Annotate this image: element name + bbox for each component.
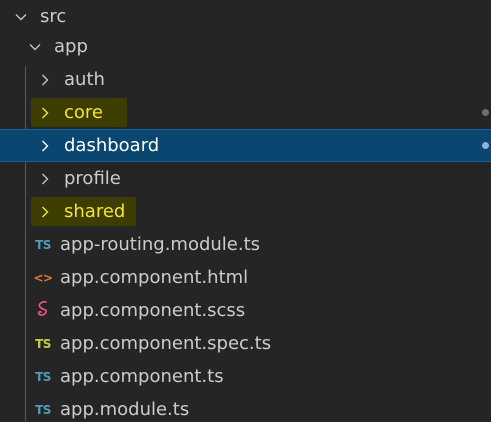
chevron-down-icon <box>28 40 42 54</box>
folder-label: dashboard <box>64 134 160 156</box>
folder-label: core <box>64 101 103 123</box>
file-label: app.component.ts <box>60 365 224 387</box>
tree-folder-profile[interactable]: profile <box>0 162 491 195</box>
typescript-icon: TS <box>35 369 51 384</box>
folder-label: profile <box>64 167 121 189</box>
tree-file[interactable]: <> app.component.html <box>0 261 491 294</box>
html-icon: <> <box>33 270 53 285</box>
modified-dot-icon <box>482 142 489 149</box>
file-label: app.component.spec.ts <box>60 332 272 354</box>
chevron-right-icon <box>38 73 52 87</box>
chevron-right-icon <box>38 139 52 153</box>
tree-folder-src[interactable]: src <box>0 0 491 33</box>
file-label: app.component.html <box>60 266 249 288</box>
typescript-spec-icon: TS <box>35 336 51 351</box>
tree-file[interactable]: TS app.component.spec.ts <box>0 327 491 360</box>
tree-folder-auth[interactable]: auth <box>0 63 491 96</box>
sass-icon <box>32 300 54 321</box>
file-explorer-tree: src app auth core dashboard profile shar… <box>0 0 491 422</box>
tree-folder-shared[interactable]: shared <box>0 195 491 228</box>
folder-label: app <box>54 35 88 57</box>
modified-dot-icon <box>482 109 489 116</box>
folder-label: auth <box>64 68 105 90</box>
file-label: app.module.ts <box>60 398 190 420</box>
tree-file[interactable]: TS app-routing.module.ts <box>0 228 491 261</box>
chevron-right-icon <box>38 106 52 120</box>
chevron-right-icon <box>38 172 52 186</box>
tree-folder-app[interactable]: app <box>0 30 491 63</box>
file-label: app.component.scss <box>60 299 246 321</box>
tree-folder-core[interactable]: core <box>0 96 491 129</box>
file-label: app-routing.module.ts <box>60 233 261 255</box>
chevron-down-icon <box>14 10 28 24</box>
tree-file[interactable]: app.component.scss <box>0 294 491 327</box>
chevron-right-icon <box>38 205 52 219</box>
folder-label: shared <box>64 200 126 222</box>
tree-file[interactable]: TS app.module.ts <box>0 393 491 422</box>
tree-file[interactable]: TS app.component.ts <box>0 360 491 393</box>
typescript-icon: TS <box>35 237 51 252</box>
typescript-icon: TS <box>35 402 51 417</box>
folder-label: src <box>40 5 67 27</box>
tree-folder-dashboard[interactable]: dashboard <box>0 129 491 162</box>
